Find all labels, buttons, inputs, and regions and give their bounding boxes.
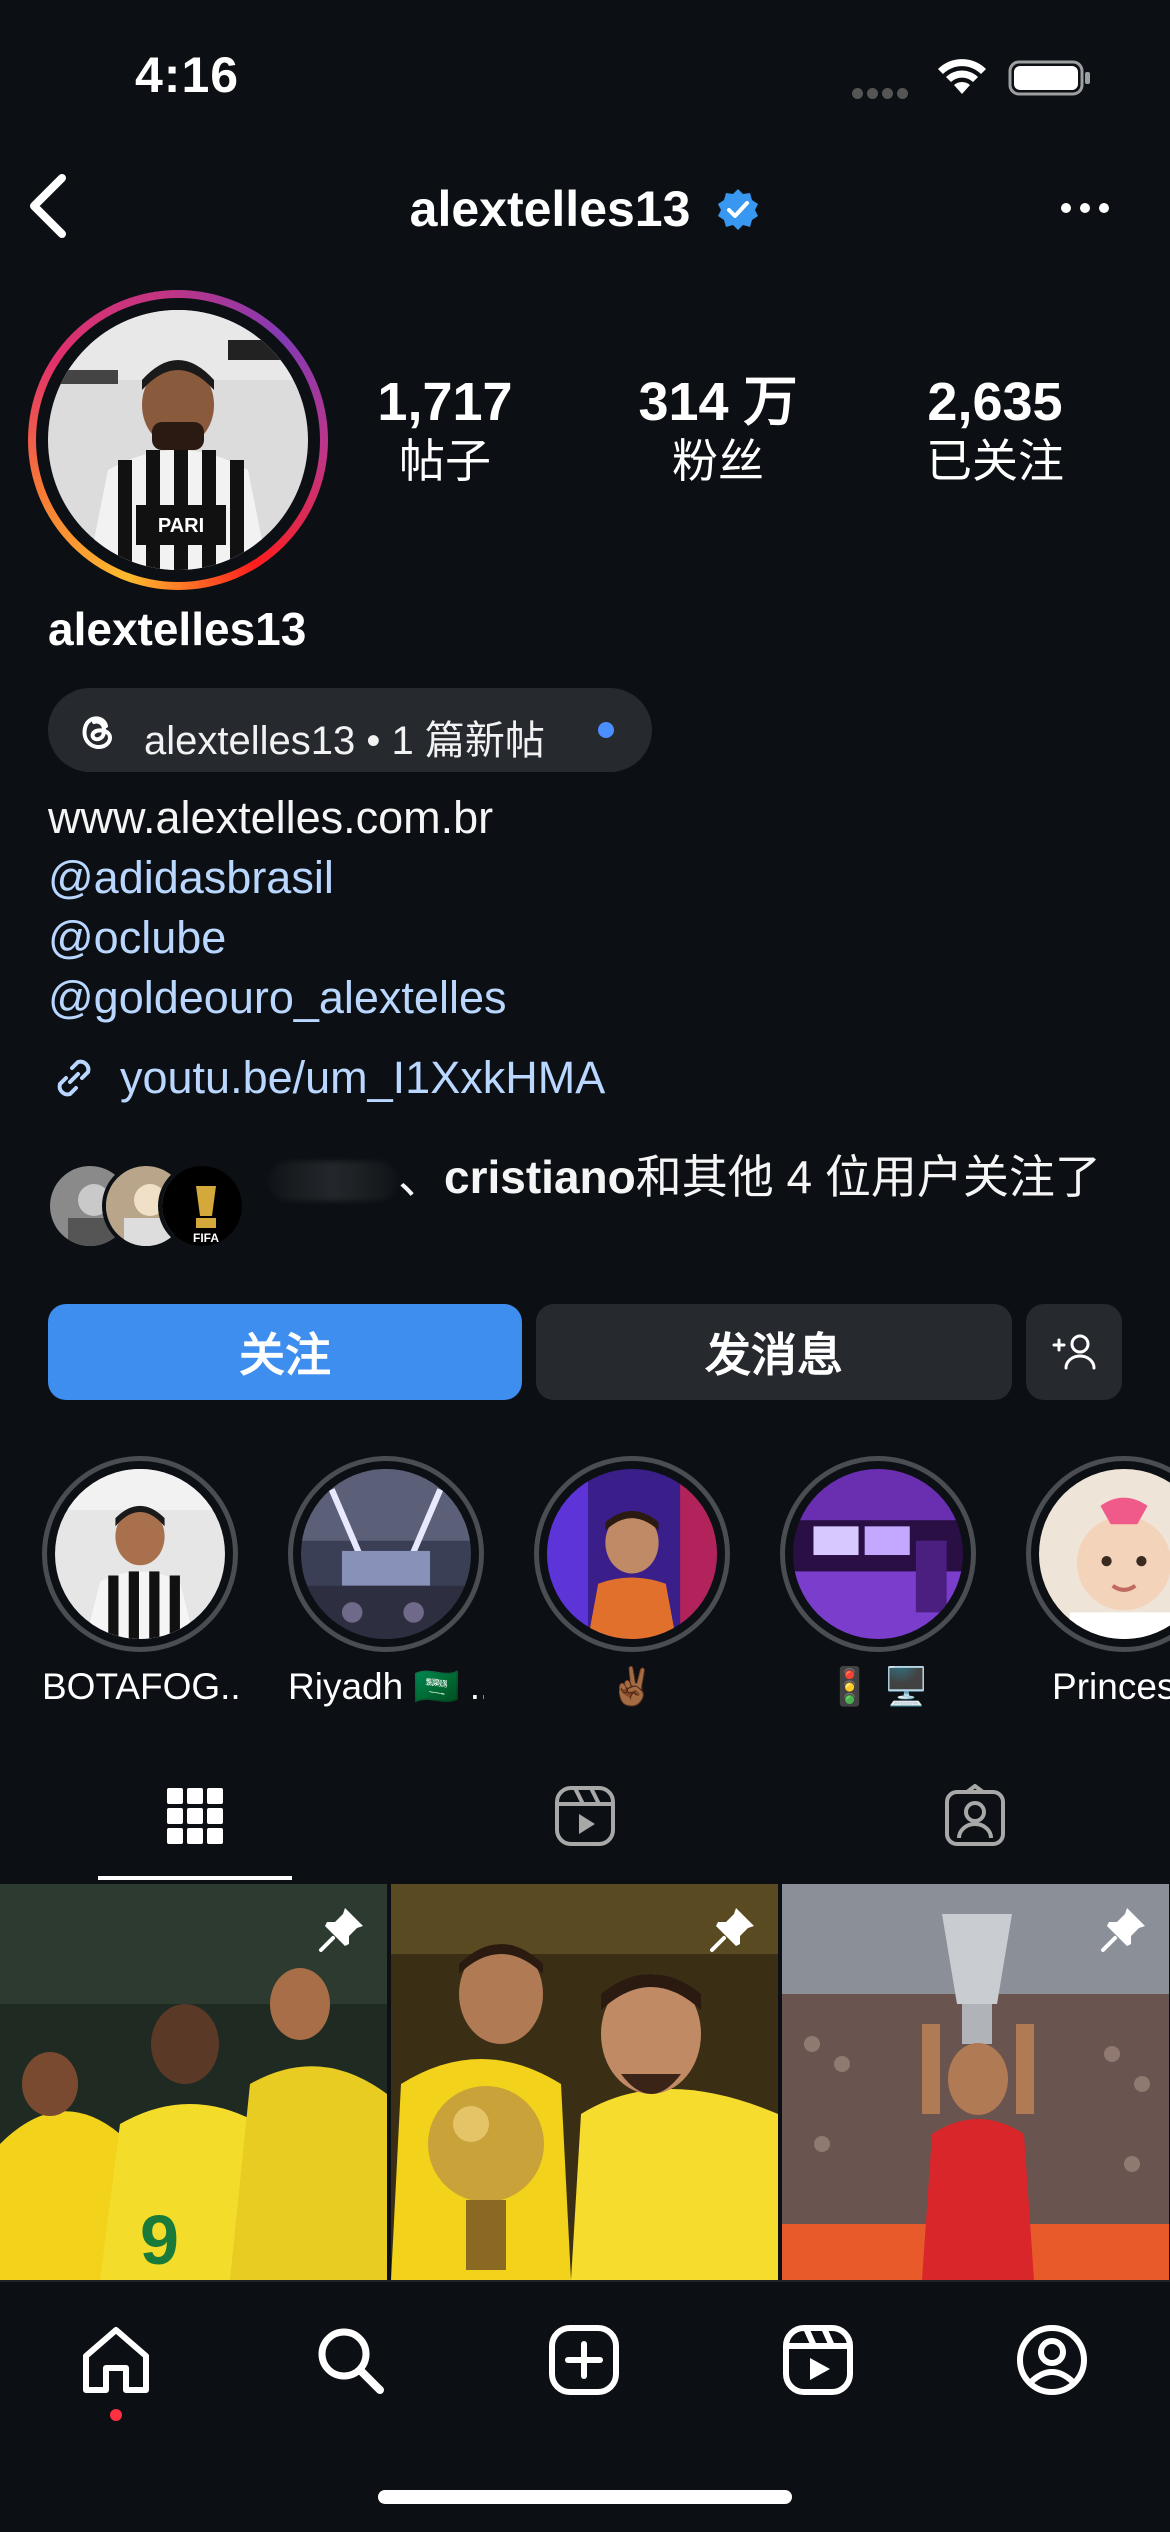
home-notification-dot bbox=[110, 2409, 122, 2421]
tab-reels[interactable] bbox=[488, 1750, 682, 1882]
avatar-photo: PARI bbox=[48, 310, 308, 570]
story-highlight-peace[interactable]: ✌🏾 bbox=[534, 1456, 730, 1709]
story-highlight-riyadh[interactable]: Riyadh 🇸🇦 ... bbox=[288, 1456, 484, 1709]
bottom-navigation bbox=[0, 2280, 1170, 2532]
highlight-label: 🚦 🖥️ bbox=[826, 1666, 930, 1707]
reels-nav-icon[interactable] bbox=[780, 2322, 856, 2398]
message-button[interactable]: 发消息 bbox=[536, 1304, 1012, 1400]
posts-grid: 9 bbox=[0, 1884, 1170, 2280]
header-username-text: alextelles13 bbox=[409, 180, 691, 237]
bio-website: www.alextelles.com.br bbox=[48, 792, 494, 843]
status-bar: 4:16 bbox=[0, 0, 1170, 150]
grid-icon bbox=[167, 1788, 223, 1844]
stat-followers-label: 粉丝 bbox=[672, 435, 764, 487]
stat-followers[interactable]: 314 万 粉丝 bbox=[628, 372, 808, 490]
threads-badge-text: alextelles13 • 1 篇新帖 bbox=[144, 719, 545, 763]
new-post-dot bbox=[598, 722, 614, 738]
tab-posts-grid[interactable] bbox=[98, 1750, 292, 1882]
post-thumbnail[interactable]: 9 bbox=[0, 1884, 387, 2280]
search-icon[interactable] bbox=[312, 2322, 388, 2398]
stat-followers-value: 314 万 bbox=[638, 372, 798, 432]
reels-icon bbox=[555, 1786, 615, 1846]
mutual-followers-avatars[interactable]: FIFA bbox=[46, 1162, 246, 1254]
add-person-icon bbox=[1052, 1334, 1096, 1370]
status-time: 4:16 bbox=[135, 47, 240, 103]
post-thumbnail[interactable] bbox=[782, 1884, 1169, 2280]
stat-posts-value: 1,717 bbox=[377, 372, 513, 432]
pin-icon bbox=[1101, 1908, 1145, 1952]
highlight-cover bbox=[547, 1469, 717, 1639]
more-options-icon[interactable] bbox=[1058, 196, 1112, 220]
bio-mention-adidasbrasil[interactable]: @adidasbrasil bbox=[48, 852, 334, 904]
mutual-name-cristiano: cristiano bbox=[444, 1151, 636, 1203]
profile-tabs bbox=[0, 1750, 1170, 1882]
profile-nav-icon[interactable] bbox=[1014, 2322, 1090, 2398]
bio-youtube-link[interactable]: youtu.be/um_I1XxkHMA bbox=[120, 1052, 605, 1104]
blurred-username bbox=[268, 1160, 398, 1201]
follow-button[interactable]: 关注 bbox=[48, 1304, 522, 1400]
highlight-label: Riyadh 🇸🇦 ... bbox=[288, 1666, 484, 1707]
pin-icon bbox=[710, 1908, 754, 1952]
threads-badge[interactable]: alextelles13 • 1 篇新帖 bbox=[48, 688, 652, 772]
svg-text:PARI: PARI bbox=[158, 515, 204, 537]
stat-following-value: 2,635 bbox=[927, 372, 1063, 432]
story-highlight-setup[interactable]: 🚦 🖥️ bbox=[780, 1456, 976, 1709]
wifi-icon bbox=[938, 59, 986, 94]
highlight-cover bbox=[55, 1469, 225, 1639]
active-tab-indicator bbox=[98, 1876, 292, 1880]
mutual-followers-text[interactable]: 、cristiano和其他 4 位用户关注了 bbox=[268, 1146, 1128, 1208]
header-username: alextelles13 bbox=[0, 176, 1170, 238]
highlight-cover bbox=[1039, 1469, 1170, 1639]
link-icon bbox=[57, 1059, 91, 1097]
home-icon[interactable] bbox=[78, 2322, 154, 2398]
tagged-person-icon bbox=[945, 1784, 1005, 1846]
highlight-cover bbox=[301, 1469, 471, 1639]
cellular-signal-icon bbox=[852, 86, 914, 99]
highlight-label: Princesa bbox=[1052, 1666, 1170, 1707]
stat-posts[interactable]: 1,717 帖子 bbox=[370, 372, 520, 490]
story-highlight-botafogo[interactable]: BOTAFOG... bbox=[42, 1456, 238, 1708]
stat-following[interactable]: 2,635 已关注 bbox=[900, 372, 1090, 490]
home-indicator-bar bbox=[378, 2490, 792, 2504]
highlight-cover bbox=[793, 1469, 963, 1639]
bio-mention-goldeouro[interactable]: @goldeouro_alextelles bbox=[48, 972, 506, 1024]
post-thumbnail[interactable] bbox=[391, 1884, 778, 2280]
verified-badge-icon bbox=[718, 188, 759, 230]
suggested-users-button[interactable] bbox=[1026, 1304, 1122, 1400]
pin-icon bbox=[319, 1908, 363, 1952]
svg-text:9: 9 bbox=[140, 2201, 179, 2279]
mutual-avatar-fifa: FIFA bbox=[158, 1162, 246, 1250]
create-post-icon[interactable] bbox=[546, 2322, 622, 2398]
bio-mention-oclube[interactable]: @oclube bbox=[48, 912, 226, 964]
svg-text:FIFA: FIFA bbox=[193, 1231, 219, 1245]
profile-avatar[interactable]: PARI bbox=[28, 290, 328, 590]
threads-icon bbox=[82, 716, 112, 749]
battery-icon bbox=[1008, 60, 1090, 96]
highlight-label: BOTAFOG... bbox=[42, 1666, 238, 1707]
highlight-label: ✌🏾 bbox=[608, 1666, 656, 1707]
story-highlight-princesa[interactable]: Princesa bbox=[1026, 1456, 1170, 1708]
tab-tagged[interactable] bbox=[878, 1750, 1072, 1882]
stat-posts-label: 帖子 bbox=[399, 435, 491, 487]
stat-following-label: 已关注 bbox=[926, 435, 1064, 487]
profile-name: alextelles13 bbox=[48, 603, 307, 655]
